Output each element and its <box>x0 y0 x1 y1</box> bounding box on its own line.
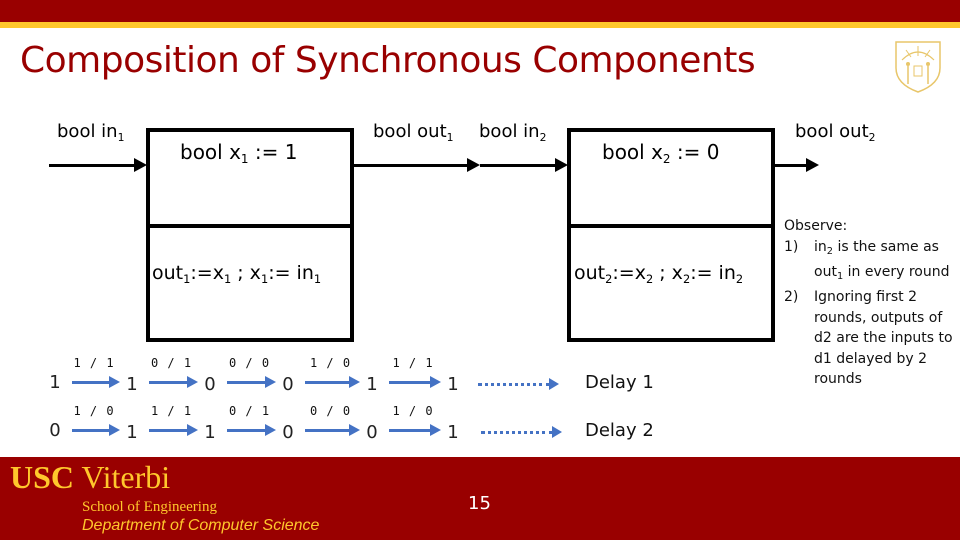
execution-state: 1 <box>49 372 61 393</box>
transition-label: 0 / 1 <box>150 356 193 370</box>
transition-label: 0 / 1 <box>228 404 271 418</box>
transition-label: 1 / 0 <box>73 404 115 418</box>
transition-arrow <box>227 424 276 436</box>
transition-arrow <box>72 376 120 388</box>
input-label-in2: bool in2 <box>479 121 547 144</box>
department-name: Department of Computer Science <box>82 517 320 534</box>
execution-state: 0 <box>49 420 61 441</box>
page-number: 15 <box>468 493 491 514</box>
transition-label: 1 / 1 <box>392 356 434 370</box>
composition-diagram: bool in1 bool x1 := 1 out1:=x1 ; x1:= in… <box>0 0 960 460</box>
transition-label: 1 / 1 <box>150 404 193 418</box>
input-label-in1: bool in1 <box>57 121 125 144</box>
execution-state: 1 <box>447 374 459 395</box>
transition-arrow <box>389 376 441 388</box>
transition-arrow <box>149 376 198 388</box>
observations-note: Observe: 1) in2 is the same as out1 in e… <box>784 216 956 390</box>
transition-label: 1 / 0 <box>392 404 434 418</box>
observation-item-1: 1) in2 is the same as out1 in every roun… <box>784 237 956 288</box>
execution-state: 1 <box>204 422 216 443</box>
execution-state: 0 <box>282 422 294 443</box>
observation-text: in <box>814 238 827 255</box>
usc-viterbi-logo: USC Viterbi <box>10 459 170 496</box>
footer-bar: USC Viterbi School of Engineering Depart… <box>0 457 960 540</box>
input-wire-in2 <box>480 164 556 167</box>
observation-text: in every round <box>843 263 950 280</box>
observations-heading: Observe: <box>784 218 848 234</box>
input-wire-in1 <box>49 164 134 167</box>
transition-label: 0 / 0 <box>228 356 271 370</box>
arrowhead-out1 <box>467 158 480 172</box>
output-label-out1: bool out1 <box>373 121 454 144</box>
observation-number: 2) <box>784 289 799 306</box>
component-1-update-rule: out1:=x1 ; x1:= in1 <box>152 262 322 286</box>
observation-number: 1) <box>784 238 799 255</box>
logo-viterbi: Viterbi <box>81 459 171 495</box>
component-1-state-decl: bool x1 := 1 <box>180 140 298 167</box>
transition-label: 1 / 0 <box>309 356 352 370</box>
transition-arrow <box>305 376 360 388</box>
component-2-state-decl: bool x2 := 0 <box>602 140 720 167</box>
transition-arrow <box>227 376 276 388</box>
transition-arrow <box>149 424 198 436</box>
output-label-out2: bool out2 <box>795 121 876 144</box>
execution-state: 0 <box>282 374 294 395</box>
school-name: School of Engineering <box>82 499 217 515</box>
execution-state: 1 <box>126 422 138 443</box>
transition-arrow <box>389 424 441 436</box>
transition-label: 1 / 1 <box>73 356 115 370</box>
wire-out1 <box>354 164 474 167</box>
execution-state: 1 <box>447 422 459 443</box>
observation-item-2: 2) Ignoring first 2 rounds, outputs of d… <box>784 287 956 390</box>
logo-usc: USC <box>10 459 75 495</box>
execution-state: 0 <box>366 422 378 443</box>
delay-label: Delay 2 <box>585 420 654 441</box>
arrowhead-out2 <box>806 158 819 172</box>
delay-label: Delay 1 <box>585 372 654 393</box>
observation-text: Ignoring first 2 rounds, outputs of d2 a… <box>814 289 953 388</box>
execution-state: 1 <box>126 374 138 395</box>
transition-arrow <box>305 424 360 436</box>
component-2-update-rule: out2:=x2 ; x2:= in2 <box>574 262 744 286</box>
transition-arrow <box>72 424 120 436</box>
execution-state: 1 <box>366 374 378 395</box>
delay-dotted-arrow <box>481 426 562 438</box>
execution-state: 0 <box>204 374 216 395</box>
delay-dotted-arrow <box>478 378 559 390</box>
output-wire-out2 <box>775 164 807 167</box>
transition-label: 0 / 0 <box>309 404 352 418</box>
